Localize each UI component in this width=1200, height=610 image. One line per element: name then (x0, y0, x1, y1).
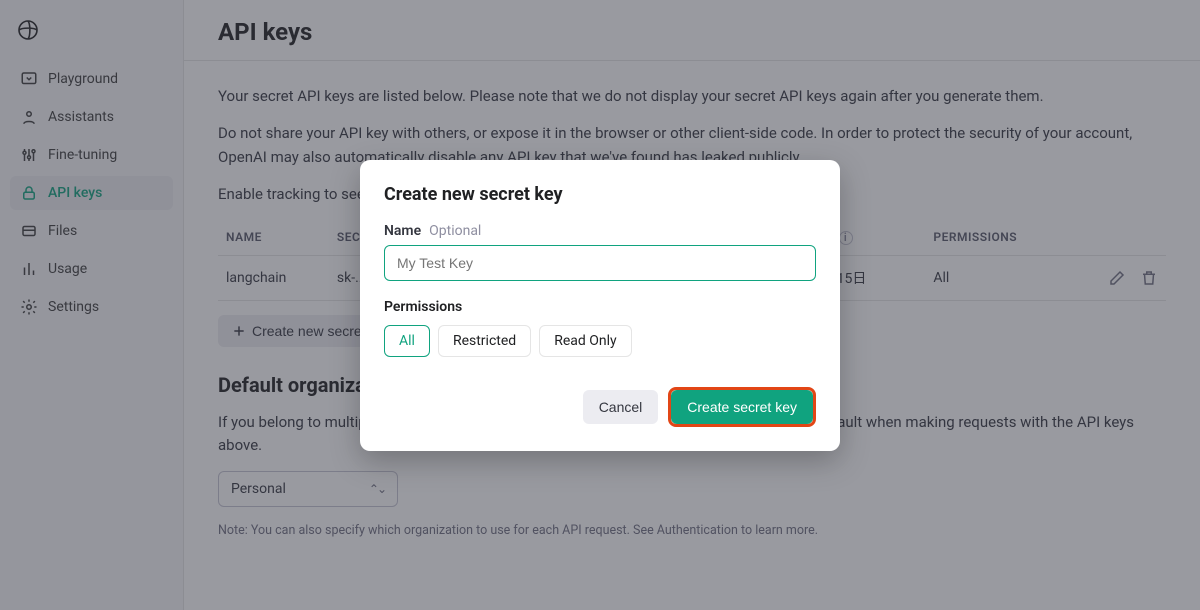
perm-readonly[interactable]: Read Only (539, 325, 631, 357)
permissions-label: Permissions (384, 299, 816, 315)
perm-restricted[interactable]: Restricted (438, 325, 531, 357)
perm-all[interactable]: All (384, 325, 430, 357)
cancel-button[interactable]: Cancel (583, 390, 659, 424)
create-secret-key-button[interactable]: Create secret key (671, 390, 813, 424)
create-key-modal: Create new secret key Name Optional Perm… (360, 160, 840, 451)
highlight-box: Create secret key (668, 387, 816, 427)
name-input[interactable] (384, 245, 816, 281)
name-label: Name (384, 223, 421, 239)
modal-title: Create new secret key (384, 184, 816, 205)
name-hint: Optional (429, 223, 481, 239)
permissions-group: All Restricted Read Only (384, 325, 816, 357)
modal-overlay: Create new secret key Name Optional Perm… (0, 0, 1200, 610)
